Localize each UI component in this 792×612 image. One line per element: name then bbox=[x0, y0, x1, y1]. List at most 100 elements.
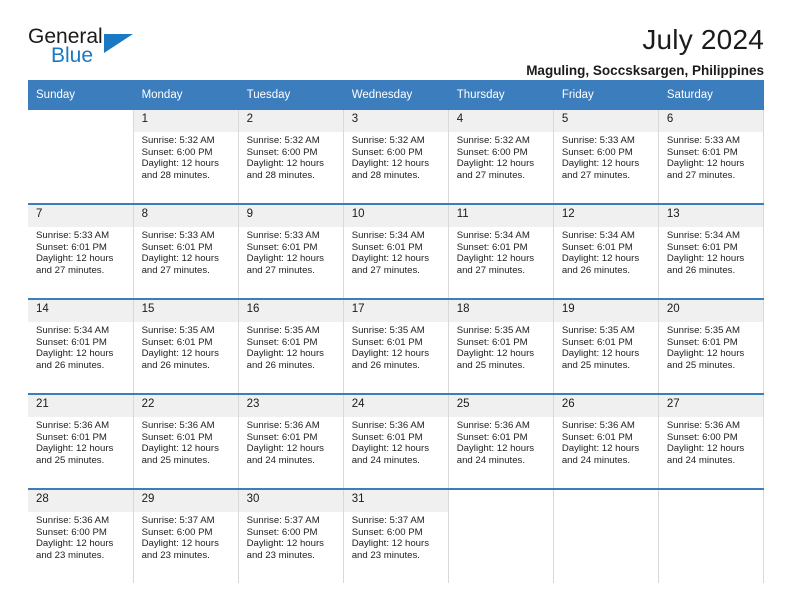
day-cell[interactable]: Sunrise: 5:32 AM Sunset: 6:00 PM Daylight:… bbox=[238, 132, 344, 203]
sunrise-text: Sunrise: 5:35 AM bbox=[246, 325, 320, 336]
day-cell[interactable]: Sunrise: 5:36 AM Sunset: 6:01 PM Daylight:… bbox=[448, 417, 554, 488]
sunrise-text: Sunrise: 5:32 AM bbox=[456, 135, 530, 146]
day-cell[interactable]: Sunrise: 5:34 AM Sunset: 6:01 PM Daylight:… bbox=[28, 322, 134, 393]
day-cell[interactable]: Sunrise: 5:32 AM Sunset: 6:00 PM Daylight:… bbox=[448, 132, 554, 203]
day-number[interactable]: 19 bbox=[553, 300, 659, 322]
day-cell[interactable]: Sunrise: 5:35 AM Sunset: 6:01 PM Daylight:… bbox=[658, 322, 765, 393]
weekday-header-saturday: Saturday bbox=[658, 80, 765, 110]
day-cell[interactable]: Sunrise: 5:35 AM Sunset: 6:01 PM Daylight:… bbox=[553, 322, 659, 393]
day-number[interactable]: 6 bbox=[658, 110, 765, 132]
day-number[interactable]: 21 bbox=[28, 395, 134, 417]
day-cell[interactable]: Sunrise: 5:33 AM Sunset: 6:01 PM Daylight:… bbox=[238, 227, 344, 298]
day-number-row: 28 29 30 31 bbox=[28, 490, 765, 512]
day-number[interactable]: 15 bbox=[133, 300, 239, 322]
daylight-1-text: Daylight: 12 hours bbox=[141, 348, 219, 360]
sunset-text: Sunset: 6:00 PM bbox=[36, 526, 107, 538]
day-number[interactable]: 2 bbox=[238, 110, 344, 132]
day-number[interactable]: 8 bbox=[133, 205, 239, 227]
daylight-1-text: Daylight: 12 hours bbox=[36, 253, 114, 265]
day-cell[interactable]: Sunrise: 5:37 AM Sunset: 6:00 PM Daylight:… bbox=[343, 512, 449, 583]
day-detail-row: Sunrise: 5:36 AM Sunset: 6:01 PM Daylight:… bbox=[28, 417, 765, 488]
day-cell[interactable]: Sunrise: 5:36 AM Sunset: 6:00 PM Daylight:… bbox=[28, 512, 134, 583]
empty-day-cell bbox=[658, 512, 765, 583]
day-cell[interactable]: Sunrise: 5:36 AM Sunset: 6:01 PM Daylight:… bbox=[343, 417, 449, 488]
sunrise-text: Sunrise: 5:35 AM bbox=[351, 325, 425, 336]
day-cell[interactable]: Sunrise: 5:36 AM Sunset: 6:01 PM Daylight:… bbox=[238, 417, 344, 488]
sunrise-text: Sunrise: 5:32 AM bbox=[246, 135, 320, 146]
day-number[interactable]: 1 bbox=[133, 110, 239, 132]
daylight-2-text: and 23 minutes. bbox=[141, 549, 210, 561]
day-number[interactable]: 20 bbox=[658, 300, 765, 322]
day-cell[interactable]: Sunrise: 5:36 AM Sunset: 6:01 PM Daylight:… bbox=[28, 417, 134, 488]
day-number[interactable]: 28 bbox=[28, 490, 134, 512]
day-cell[interactable]: Sunrise: 5:33 AM Sunset: 6:01 PM Daylight:… bbox=[133, 227, 239, 298]
sunset-text: Sunset: 6:01 PM bbox=[351, 336, 423, 348]
day-number[interactable]: 18 bbox=[448, 300, 554, 322]
day-number[interactable]: 25 bbox=[448, 395, 554, 417]
day-cell[interactable]: Sunrise: 5:35 AM Sunset: 6:01 PM Daylight:… bbox=[343, 322, 449, 393]
day-number[interactable]: 4 bbox=[448, 110, 554, 132]
sunset-text: Sunset: 6:01 PM bbox=[246, 336, 318, 348]
day-number[interactable]: 22 bbox=[133, 395, 239, 417]
day-number[interactable]: 26 bbox=[553, 395, 659, 417]
day-cell[interactable]: Sunrise: 5:33 AM Sunset: 6:01 PM Daylight:… bbox=[658, 132, 765, 203]
day-number[interactable]: 23 bbox=[238, 395, 344, 417]
sunset-text: Sunset: 6:01 PM bbox=[561, 241, 633, 253]
sunset-text: Sunset: 6:01 PM bbox=[36, 431, 107, 443]
day-cell[interactable]: Sunrise: 5:34 AM Sunset: 6:01 PM Daylight:… bbox=[658, 227, 765, 298]
sunrise-text: Sunrise: 5:33 AM bbox=[141, 230, 215, 241]
day-number[interactable]: 10 bbox=[343, 205, 449, 227]
day-cell[interactable]: Sunrise: 5:37 AM Sunset: 6:00 PM Daylight:… bbox=[238, 512, 344, 583]
day-cell[interactable]: Sunrise: 5:35 AM Sunset: 6:01 PM Daylight:… bbox=[238, 322, 344, 393]
day-number[interactable]: 5 bbox=[553, 110, 659, 132]
weekday-header-monday: Monday bbox=[133, 80, 239, 110]
daylight-1-text: Daylight: 12 hours bbox=[246, 158, 324, 170]
day-number[interactable]: 3 bbox=[343, 110, 449, 132]
day-cell[interactable]: Sunrise: 5:32 AM Sunset: 6:00 PM Daylight:… bbox=[133, 132, 239, 203]
day-number[interactable]: 12 bbox=[553, 205, 659, 227]
day-number[interactable]: 24 bbox=[343, 395, 449, 417]
day-cell[interactable]: Sunrise: 5:34 AM Sunset: 6:01 PM Daylight:… bbox=[343, 227, 449, 298]
day-number[interactable]: 16 bbox=[238, 300, 344, 322]
sunrise-text: Sunrise: 5:33 AM bbox=[561, 135, 635, 146]
sunrise-text: Sunrise: 5:36 AM bbox=[36, 420, 110, 431]
day-number[interactable]: 9 bbox=[238, 205, 344, 227]
sunset-text: Sunset: 6:01 PM bbox=[666, 241, 738, 253]
day-cell[interactable]: Sunrise: 5:36 AM Sunset: 6:01 PM Daylight:… bbox=[553, 417, 659, 488]
day-cell[interactable]: Sunrise: 5:36 AM Sunset: 6:00 PM Daylight:… bbox=[658, 417, 765, 488]
sunrise-text: Sunrise: 5:34 AM bbox=[456, 230, 530, 241]
day-number-row: 21 22 23 24 25 26 27 bbox=[28, 395, 765, 417]
sunrise-text: Sunrise: 5:33 AM bbox=[666, 135, 740, 146]
day-number[interactable]: 29 bbox=[133, 490, 239, 512]
day-cell[interactable]: Sunrise: 5:35 AM Sunset: 6:01 PM Daylight:… bbox=[133, 322, 239, 393]
day-cell[interactable]: Sunrise: 5:36 AM Sunset: 6:01 PM Daylight:… bbox=[133, 417, 239, 488]
sunrise-text: Sunrise: 5:33 AM bbox=[246, 230, 320, 241]
day-cell[interactable]: Sunrise: 5:34 AM Sunset: 6:01 PM Daylight:… bbox=[553, 227, 659, 298]
sunset-text: Sunset: 6:01 PM bbox=[666, 336, 738, 348]
day-number[interactable]: 14 bbox=[28, 300, 134, 322]
day-number[interactable]: 7 bbox=[28, 205, 134, 227]
sunset-text: Sunset: 6:01 PM bbox=[666, 146, 738, 158]
daylight-2-text: and 26 minutes. bbox=[36, 359, 105, 371]
sunrise-text: Sunrise: 5:35 AM bbox=[561, 325, 635, 336]
sunset-text: Sunset: 6:00 PM bbox=[351, 146, 423, 158]
daylight-1-text: Daylight: 12 hours bbox=[351, 253, 430, 265]
day-cell[interactable]: Sunrise: 5:35 AM Sunset: 6:01 PM Daylight:… bbox=[448, 322, 554, 393]
day-number[interactable]: 13 bbox=[658, 205, 765, 227]
day-number[interactable]: 17 bbox=[343, 300, 449, 322]
day-cell[interactable]: Sunrise: 5:37 AM Sunset: 6:00 PM Daylight:… bbox=[133, 512, 239, 583]
daylight-1-text: Daylight: 12 hours bbox=[141, 443, 219, 455]
day-number[interactable]: 30 bbox=[238, 490, 344, 512]
day-number[interactable]: 27 bbox=[658, 395, 765, 417]
sunrise-text: Sunrise: 5:35 AM bbox=[666, 325, 740, 336]
day-cell[interactable]: Sunrise: 5:32 AM Sunset: 6:00 PM Daylight:… bbox=[343, 132, 449, 203]
day-number[interactable]: 31 bbox=[343, 490, 449, 512]
sunset-text: Sunset: 6:00 PM bbox=[351, 526, 423, 538]
day-cell[interactable]: Sunrise: 5:33 AM Sunset: 6:00 PM Daylight:… bbox=[553, 132, 659, 203]
day-cell[interactable]: Sunrise: 5:34 AM Sunset: 6:01 PM Daylight:… bbox=[448, 227, 554, 298]
sunset-text: Sunset: 6:01 PM bbox=[36, 241, 107, 253]
day-cell[interactable]: Sunrise: 5:33 AM Sunset: 6:01 PM Daylight:… bbox=[28, 227, 134, 298]
daylight-1-text: Daylight: 12 hours bbox=[141, 253, 219, 265]
day-number[interactable]: 11 bbox=[448, 205, 554, 227]
sunrise-text: Sunrise: 5:34 AM bbox=[666, 230, 740, 241]
